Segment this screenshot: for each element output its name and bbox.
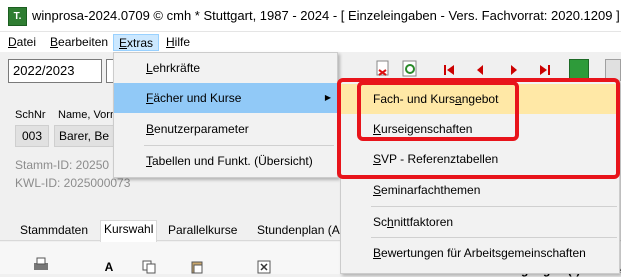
menu-item-schnittfaktoren-label: Schnittfaktoren: [341, 215, 453, 229]
name-label: Name, Vorn: [58, 109, 117, 121]
last-record-icon[interactable]: [536, 61, 554, 79]
menu-datei[interactable]: Datei: [3, 34, 41, 51]
menu-item-lehrkraefte-label: Lehrkräfte: [114, 61, 200, 75]
schnr-label: SchNr: [15, 109, 46, 121]
menu-bearbeiten-accel: B: [50, 35, 59, 49]
menu-item-tabellen-text: abellen und Funkt. (Übersicht): [152, 154, 313, 168]
menu-item-seminarfachthemen-label: Seminarfachthemen: [341, 183, 480, 197]
delete-entry-icon[interactable]: [255, 258, 273, 276]
schnr-field[interactable]: 003: [15, 125, 49, 147]
kwl-id: KWL-ID: 2025000073: [15, 176, 131, 190]
next-record-icon[interactable]: [505, 61, 523, 79]
app-icon: T.: [8, 7, 27, 26]
menu-item-schnittfaktoren-accel: h: [387, 215, 394, 229]
app-icon-text: T.: [13, 11, 22, 22]
previous-record-icon[interactable]: [471, 61, 489, 79]
menu-item-bewertungen-label: Bewertungen für Arbeitsgemeinschaften: [341, 246, 586, 260]
menu-item-lehrkraefte-text: ehrkräfte: [152, 61, 201, 75]
menu-datei-label: atei: [16, 35, 37, 49]
menu-item-bewertungen-ag[interactable]: Bewertungen für Arbeitsgemeinschaften: [341, 238, 619, 268]
menu-item-seminarfachthemen[interactable]: Seminarfachthemen: [341, 175, 619, 205]
menu-item-seminarfachthemen-accel: S: [373, 183, 382, 197]
highlight-box-outer: [337, 78, 620, 179]
tab-kurswahl[interactable]: Kurswahl: [100, 220, 158, 242]
menu-item-lehrkraefte-accel: L: [146, 61, 153, 75]
menu-item-bewertungen-text: ewertungen für Arbeitsgemeinschaften: [381, 246, 586, 260]
menu-item-bewertungen-accel: B: [373, 246, 382, 260]
menu-extras-accel: E: [119, 36, 128, 50]
printer-icon[interactable]: [32, 256, 50, 274]
menu-extras[interactable]: Extras: [113, 34, 160, 51]
menu-bearbeiten-label: earbeiten: [58, 35, 109, 49]
menu-item-benutzerparameter-accel: B: [146, 122, 155, 136]
window-title: winprosa-2024.0709 © cmh * Stuttgart, 19…: [32, 8, 620, 23]
tab-parallelkurse[interactable]: Parallelkurse: [165, 222, 240, 241]
menu-item-schnittfaktoren-pre: Sc: [373, 215, 388, 229]
menu-item-tabellen-und-funkt[interactable]: Tabellen und Funkt. (Übersicht): [114, 146, 337, 176]
paste-icon[interactable]: [188, 258, 206, 276]
first-record-icon[interactable]: [440, 61, 458, 79]
tab-stundenplan[interactable]: Stundenplan (A: [254, 222, 343, 241]
refresh-icon[interactable]: [401, 60, 419, 78]
menu-extras-label: xtras: [127, 36, 154, 50]
year-select[interactable]: 2022/2023: [8, 59, 102, 83]
menu-item-benutzerparameter[interactable]: Benutzerparameter: [114, 114, 337, 144]
menu-item-tabellen-label: Tabellen und Funkt. (Übersicht): [114, 154, 313, 168]
menu-item-lehrkraefte[interactable]: Lehrkräfte: [114, 53, 337, 83]
menu-hilfe[interactable]: Hilfe: [161, 34, 195, 51]
menu-bar: Datei Bearbeiten Extras Hilfe: [0, 32, 621, 52]
menu-item-faecher-label: Fächer und Kurse: [114, 91, 241, 105]
font-icon[interactable]: A: [100, 258, 118, 276]
menu-hilfe-accel: H: [166, 35, 175, 49]
menu-item-faecher-text: ächer und Kurse: [153, 91, 242, 105]
name-field[interactable]: Barer, Be: [54, 125, 114, 147]
menu-bearbeiten[interactable]: Bearbeiten: [45, 34, 113, 51]
menu-item-schnittfaktoren-post: nittfaktoren: [393, 215, 454, 229]
menu-item-benutzerparameter-text: enutzerparameter: [154, 122, 249, 136]
stamm-id: Stamm-ID: 20250: [15, 158, 110, 172]
menu-datei-accel: D: [8, 35, 17, 49]
delete-icon[interactable]: [374, 60, 392, 78]
menu-hilfe-label: ilfe: [174, 35, 191, 49]
submenu-arrow-icon: ▶: [324, 93, 331, 102]
copy-icon[interactable]: [140, 258, 158, 276]
menu-item-seminarfachthemen-text: eminarfachthemen: [381, 183, 481, 197]
tab-stammdaten[interactable]: Stammdaten: [17, 222, 91, 241]
extras-menu: Lehrkräfte Fächer und Kurse ▶ Benutzerpa…: [113, 52, 338, 178]
menu-item-schnittfaktoren[interactable]: Schnittfaktoren: [341, 207, 619, 237]
menu-item-benutzerparameter-label: Benutzerparameter: [114, 122, 249, 136]
menu-item-faecher-und-kurse[interactable]: Fächer und Kurse ▶: [114, 83, 337, 113]
